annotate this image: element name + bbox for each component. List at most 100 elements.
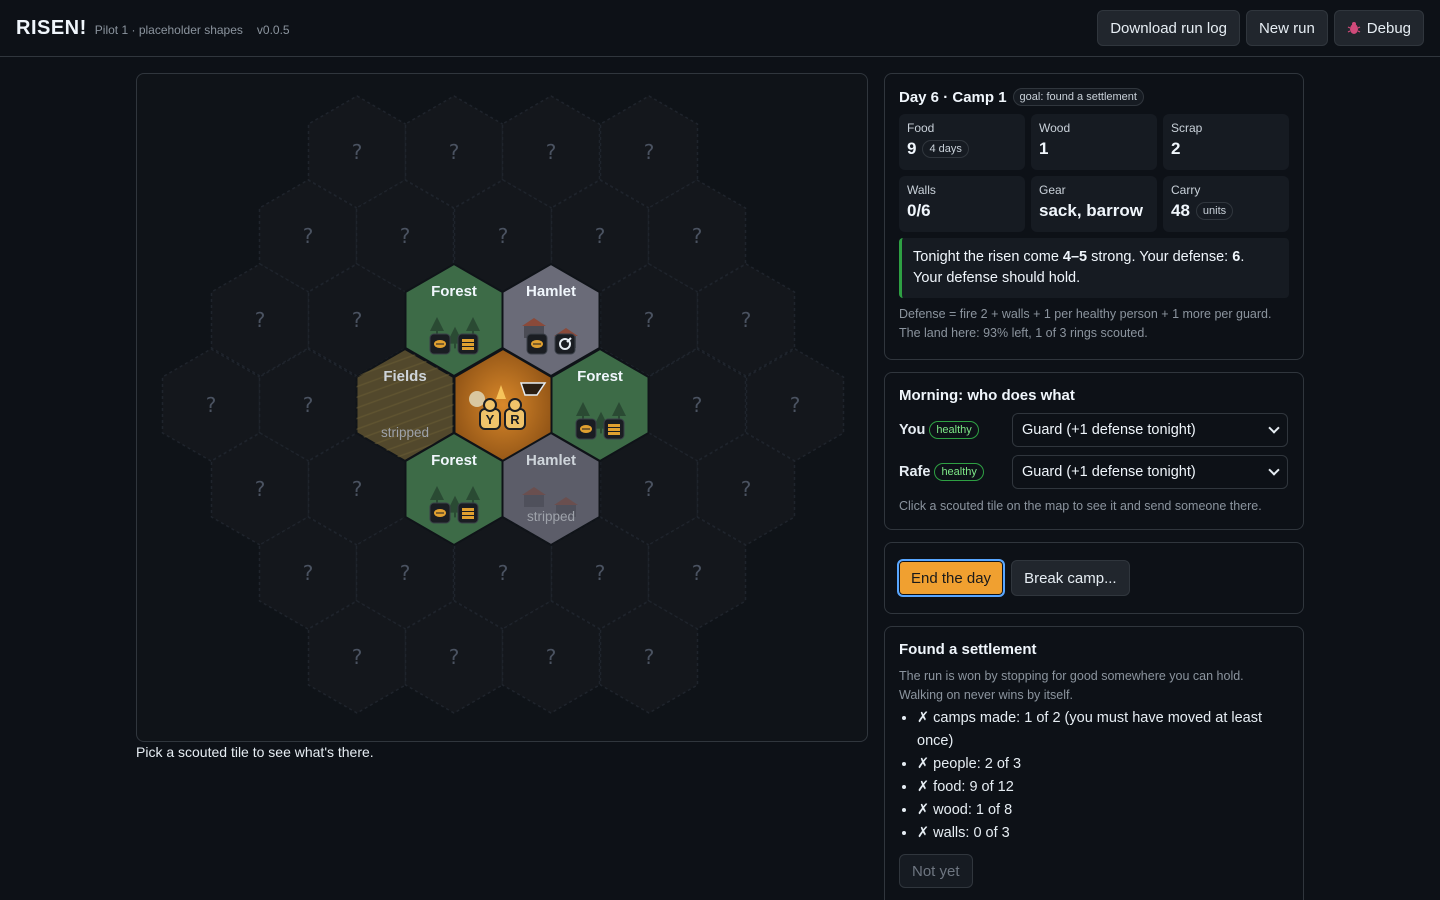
stat-value: 48 [1171,201,1190,220]
food-icon [526,333,548,355]
tile-label: Forest [431,452,477,469]
end-day-button[interactable]: End the day [897,559,1006,597]
alert-text: . [1240,249,1245,265]
unknown-marker: ? [644,477,655,501]
enemy-range: 4–5 [1062,249,1088,265]
unknown-marker: ? [595,561,606,585]
settlement-desc: Walking on never wins by itself. [899,688,1073,702]
scrap-icon [554,333,576,355]
food-icon [429,333,451,355]
stat-wood: Wood 1 [1031,114,1157,170]
unknown-marker: ? [255,477,266,501]
settlement-desc: The run is won by stopping for good some… [899,669,1244,683]
app-subtitle: Pilot 1 · placeholder shapes [94,23,243,37]
alert-text: Tonight the risen come [913,249,1063,265]
goal-item: ✗ camps made: 1 of 2 (you must have move… [917,707,1289,753]
unknown-marker: ? [303,561,314,585]
morning-title: Morning: who does what [899,387,1075,404]
task-select-value: Guard (+1 defense tonight) [1022,422,1196,438]
wood-icon [603,418,625,440]
settlement-title: Found a settlement [899,641,1037,658]
day-title: Day 6 · Camp 1 [899,88,1007,106]
debug-label: Debug [1366,19,1411,37]
food-icon [575,418,597,440]
unknown-marker: ? [498,561,509,585]
unknown-marker: ? [644,645,655,669]
goal-item: ✗ wood: 1 of 8 [917,799,1289,822]
hex-map: ????????????????????????????? ? Forest Haml… [161,95,845,714]
unknown-marker: ? [741,308,752,332]
wood-icon [457,502,479,524]
settlement-card: Found a settlement The run is won by sto… [884,626,1304,900]
land-summary: The land here: 93% left, 1 of 3 rings sc… [899,326,1148,340]
stat-label: Gear [1039,183,1066,197]
unknown-marker: ? [303,224,314,248]
night-forecast-alert: Tonight the risen come 4–5 strong. Your … [899,238,1289,298]
assignment-row: You healthy Guard (+1 defense tonight) [899,413,1289,447]
download-run-log-button[interactable]: Download run log [1097,10,1240,46]
unknown-marker: ? [790,393,801,417]
new-run-button[interactable]: New run [1245,10,1328,46]
unknown-marker: ? [741,477,752,501]
stat-label: Wood [1039,121,1071,135]
unknown-marker: ? [352,477,363,501]
task-select-you[interactable]: Guard (+1 defense tonight) [1012,413,1288,447]
person-initial: R [510,412,520,427]
carry-units-pill: units [1195,202,1234,220]
stat-value: 2 [1171,139,1181,158]
tile-label: Hamlet [526,283,576,300]
unknown-marker: ? [352,308,363,332]
tile-status: stripped [381,425,429,440]
tile-status: stripped [527,509,575,524]
goal-item: ✗ food: 9 of 12 [917,776,1289,799]
stat-value: 0/6 [907,201,931,220]
stat-gear: Gear sack, barrow [1031,176,1157,232]
unknown-marker: ? [692,224,703,248]
unknown-marker: ? [644,140,655,164]
found-settlement-button[interactable]: Not yet [899,854,973,888]
unknown-marker: ? [400,561,411,585]
unknown-marker: ? [255,308,266,332]
break-camp-button[interactable]: Break camp... [1011,560,1130,596]
unknown-marker: ? [352,645,363,669]
person-name: Rafe [899,464,931,480]
debug-button[interactable]: Debug [1333,10,1424,46]
unknown-marker: ? [692,393,703,417]
unknown-marker: ? [206,393,217,417]
stat-label: Food [907,121,935,135]
unknown-marker: ? [546,140,557,164]
chevron-down-icon [1268,422,1280,434]
tent-icon [469,391,485,407]
person-initial: Y [486,412,495,427]
wood-icon [457,333,479,355]
unknown-marker: ? [498,224,509,248]
task-select-rafe[interactable]: Guard (+1 defense tonight) [1012,455,1288,489]
actions-card: End the day Break camp... [884,542,1304,614]
tile-label: Hamlet [526,452,576,469]
stat-scrap: Scrap 2 [1163,114,1289,170]
status-card: Day 6 · Camp 1 goal: found a settlement … [884,73,1304,360]
tile-label: Forest [577,368,623,385]
goal-item: ✗ people: 2 of 3 [917,753,1289,776]
map-caption: Pick a scouted tile to see what's there. [136,744,374,760]
unknown-marker: ? [692,561,703,585]
stat-food: Food 9 4 days [899,114,1025,170]
unknown-marker: ? [352,140,363,164]
stat-carry: Carry 48 units [1163,176,1289,232]
defense-formula: Defense = fire 2 + walls + 1 per healthy… [899,307,1272,321]
health-pill: healthy [934,463,984,481]
health-pill: healthy [929,421,979,439]
food-icon [429,502,451,524]
morning-card: Morning: who does what You healthy Guard … [884,372,1304,530]
stat-value: 9 [907,139,917,158]
unknown-marker: ? [595,224,606,248]
alert-verdict: Your defense should hold. [913,270,1081,286]
resource-grid: Food 9 4 days Wood 1 Scrap 2 Walls 0/6 Ge… [899,114,1289,232]
settlement-goals: ✗ camps made: 1 of 2 (you must have move… [899,707,1289,845]
day-heading: Day 6 · Camp 1 goal: found a settlement [899,88,1289,106]
assignment-row: Rafe healthy Guard (+1 defense tonight) [899,455,1289,489]
goal-item: ✗ walls: 0 of 3 [917,822,1289,845]
task-select-value: Guard (+1 defense tonight) [1022,464,1196,480]
unknown-marker: ? [546,645,557,669]
goal-pill: goal: found a settlement [1012,88,1144,106]
